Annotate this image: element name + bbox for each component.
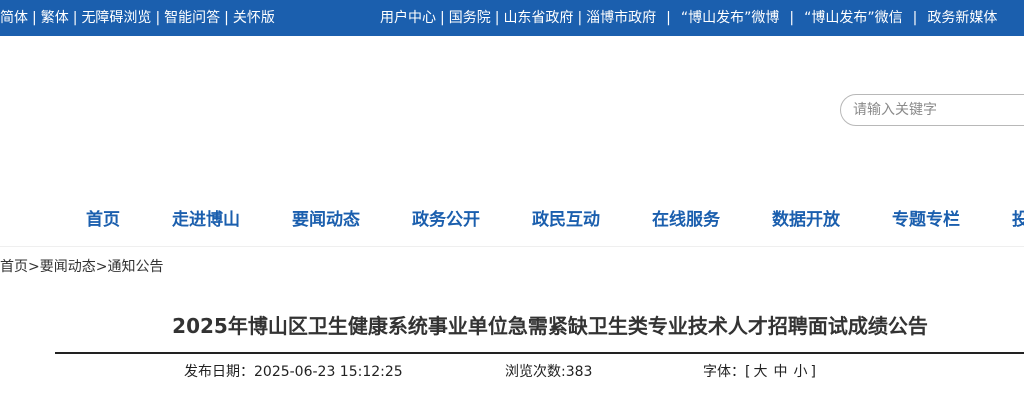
- view-count-value: 383: [565, 364, 593, 380]
- article-title: 2025年博山区卫生健康系统事业单位急需紧缺卫生类专业技术人才招聘面试成绩公告: [172, 314, 928, 338]
- link-smart-qa[interactable]: 智能问答: [164, 10, 220, 26]
- link-traditional[interactable]: 繁体: [41, 10, 69, 26]
- search-box: [840, 94, 1024, 126]
- nav-item-interaction[interactable]: 政民互动: [532, 208, 600, 232]
- nav-item-special-topics[interactable]: 专题专栏: [892, 208, 960, 232]
- font-size-large-button[interactable]: 大: [750, 364, 770, 380]
- title-divider: [55, 352, 1024, 354]
- breadcrumb-separator: >: [28, 259, 40, 275]
- font-size-small-button[interactable]: 小: [790, 364, 810, 380]
- publish-date-label: 发布日期：: [184, 364, 254, 380]
- breadcrumb-news[interactable]: 要闻动态: [40, 259, 96, 275]
- main-nav: 首页 走进博山 要闻动态 政务公开 政民互动 在线服务 数据开放 专题专栏 投: [0, 200, 1024, 246]
- top-bar-left-links: 简体 | 繁体 | 无障碍浏览 | 智能问答 | 关怀版: [0, 0, 275, 36]
- link-simplified[interactable]: 简体: [0, 10, 28, 26]
- nav-item-truncated[interactable]: 投: [1012, 208, 1024, 232]
- link-boshan-weibo[interactable]: “博山发布”微博: [681, 10, 780, 26]
- nav-item-online-service[interactable]: 在线服务: [652, 208, 720, 232]
- separator: |: [32, 10, 37, 26]
- link-state-council[interactable]: 国务院: [449, 10, 491, 26]
- link-zibo-gov[interactable]: 淄博市政府: [586, 10, 656, 26]
- view-count: 浏览次数:383: [505, 361, 592, 381]
- separator: |: [72, 10, 78, 26]
- link-shandong-gov[interactable]: 山东省政府: [503, 10, 573, 26]
- link-gov-new-media[interactable]: 政务新媒体: [927, 10, 997, 26]
- nav-item-gov-affairs[interactable]: 政务公开: [412, 208, 480, 232]
- separator: |: [224, 10, 229, 26]
- publish-date-value: 2025-06-23 15:12:25: [254, 364, 403, 380]
- font-bracket-close: ]: [810, 364, 816, 380]
- breadcrumb: 首页>要闻动态>通知公告: [0, 256, 163, 276]
- search-input[interactable]: [853, 95, 1023, 125]
- view-count-label: 浏览次数:: [505, 364, 566, 380]
- link-user-center[interactable]: 用户中心: [380, 10, 436, 26]
- font-size-medium-button[interactable]: 中: [770, 364, 790, 380]
- top-bar: 简体 | 繁体 | 无障碍浏览 | 智能问答 | 关怀版 用户中心 | 国务院 | 山东省政府 | 淄博市政…: [0, 0, 1024, 36]
- breadcrumb-notices[interactable]: 通知公告: [107, 259, 163, 275]
- font-size-control: 字体：[大中小]: [703, 361, 816, 381]
- top-bar-right-links: 用户中心 | 国务院 | 山东省政府 | 淄博市政府 | “博山发布”微博 | “博山发布”微信 | 政…: [380, 0, 997, 36]
- link-care-version[interactable]: 关怀版: [233, 10, 275, 26]
- separator: |: [577, 10, 583, 26]
- publish-date: 发布日期：2025-06-23 15:12:25: [184, 361, 403, 381]
- separator: |: [912, 10, 918, 26]
- breadcrumb-home[interactable]: 首页: [0, 259, 28, 275]
- separator: |: [440, 10, 445, 26]
- separator: |: [666, 10, 671, 26]
- font-size-label: 字体：: [703, 364, 745, 380]
- nav-item-news[interactable]: 要闻动态: [292, 208, 360, 232]
- separator: |: [494, 10, 500, 26]
- breadcrumb-separator: >: [95, 259, 108, 275]
- nav-item-home[interactable]: 首页: [86, 208, 120, 232]
- link-accessibility[interactable]: 无障碍浏览: [81, 10, 151, 26]
- link-boshan-wechat[interactable]: “博山发布”微信: [804, 10, 903, 26]
- separator: |: [789, 10, 795, 26]
- nav-item-about-boshan[interactable]: 走进博山: [172, 208, 240, 232]
- nav-divider: [0, 246, 1024, 247]
- separator: |: [155, 10, 161, 26]
- nav-item-open-data[interactable]: 数据开放: [772, 208, 840, 232]
